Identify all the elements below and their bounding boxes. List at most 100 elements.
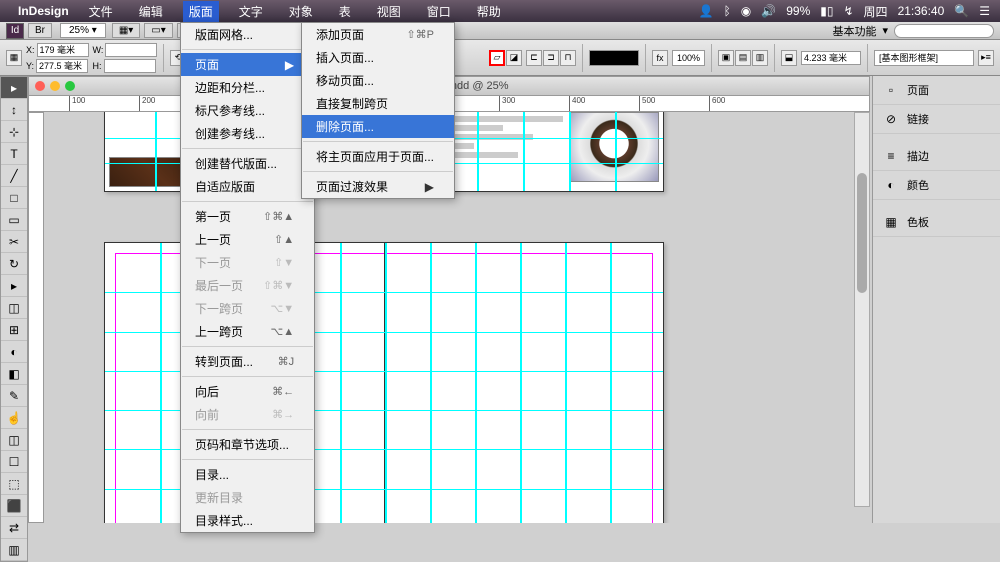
stroke-weight[interactable] xyxy=(589,50,639,66)
tool-button[interactable]: ⊹ xyxy=(1,121,27,143)
menu-item[interactable]: 上一页⇧▲ xyxy=(181,228,314,251)
menu-item[interactable]: 添加页面⇧⌘P xyxy=(302,23,454,46)
align-icons[interactable]: ⊏⊐⊓ xyxy=(526,50,576,66)
menu-item[interactable]: 目录... xyxy=(181,463,314,486)
menu-item[interactable]: 边距和分栏... xyxy=(181,76,314,99)
menu-help[interactable]: 帮助 xyxy=(471,1,507,22)
menu-item[interactable]: 上一跨页⌥▲ xyxy=(181,320,314,343)
fill-stroke-icons[interactable]: ▱ ◪ xyxy=(489,50,522,66)
tool-button[interactable]: ▸ xyxy=(1,275,27,297)
close-icon[interactable] xyxy=(35,81,45,91)
fx-button[interactable]: fx xyxy=(652,50,668,66)
object-style[interactable]: [基本图形框架] xyxy=(874,50,974,66)
tool-button[interactable]: T xyxy=(1,143,27,165)
panel-menu-icon[interactable]: ▸≡ xyxy=(978,50,994,66)
minimize-icon[interactable] xyxy=(50,81,60,91)
tool-button[interactable]: ◫ xyxy=(1,297,27,319)
menu-item[interactable]: 向后⌘← xyxy=(181,380,314,403)
tool-button[interactable]: ⬚ xyxy=(1,473,27,495)
help-search[interactable] xyxy=(894,24,994,38)
w-input[interactable] xyxy=(105,43,157,57)
ref-point[interactable]: ▦ xyxy=(6,50,22,66)
menu-item[interactable]: 移动页面... xyxy=(302,69,454,92)
battery-pct[interactable]: 99% xyxy=(786,4,810,18)
corner-icon[interactable]: ⬓ xyxy=(781,50,797,66)
tool-button[interactable]: ↻ xyxy=(1,253,27,275)
menu-item[interactable]: 页码和章节选项... xyxy=(181,433,314,456)
wrap-icons[interactable]: ▣▤▥ xyxy=(718,50,768,66)
scrollbar-thumb[interactable] xyxy=(857,173,867,293)
menu-edit[interactable]: 编辑 xyxy=(133,1,169,22)
opacity-field[interactable]: 100% xyxy=(672,50,705,66)
view-mode-button[interactable]: ▦▾ xyxy=(112,23,140,38)
menu-item[interactable]: 页面过渡效果▶ xyxy=(302,175,454,198)
panel-tab[interactable]: ◐颜色 xyxy=(873,171,1000,200)
tool-button[interactable]: ◐ xyxy=(1,341,27,363)
menu-item[interactable]: 页面▶ xyxy=(181,53,314,76)
notifications-icon[interactable]: ☰ xyxy=(979,4,990,18)
menu-view[interactable]: 视图 xyxy=(371,1,407,22)
battery-icon: ▮▯ xyxy=(820,4,833,18)
menu-item[interactable]: 创建替代版面... xyxy=(181,152,314,175)
tool-button[interactable]: ▥ xyxy=(1,539,27,561)
menu-item[interactable]: 自适应版面 xyxy=(181,175,314,198)
tool-button[interactable]: ↕ xyxy=(1,99,27,121)
ruler-vertical[interactable] xyxy=(28,112,44,523)
bluetooth-icon[interactable]: ᛒ xyxy=(724,4,731,18)
screen-mode-button[interactable]: ▭▾ xyxy=(144,23,172,38)
tool-button[interactable]: ▸ xyxy=(1,77,27,99)
menu-item[interactable]: 直接复制跨页 xyxy=(302,92,454,115)
panel-tab[interactable]: ▦色板 xyxy=(873,208,1000,237)
tool-button[interactable]: ⇄ xyxy=(1,517,27,539)
workspace-label[interactable]: 基本功能 xyxy=(832,23,876,39)
panel-tab[interactable]: ▫页面 xyxy=(873,76,1000,105)
tool-button[interactable]: ✎ xyxy=(1,385,27,407)
tool-button[interactable]: □ xyxy=(1,187,27,209)
menu-item: 更新目录 xyxy=(181,486,314,509)
corner-val[interactable] xyxy=(801,51,861,65)
scrollbar-vertical[interactable] xyxy=(854,112,870,507)
menu-item[interactable]: 目录样式... xyxy=(181,509,314,532)
tool-button[interactable]: ◧ xyxy=(1,363,27,385)
day-label[interactable]: 周四 xyxy=(864,3,888,20)
spotlight-icon[interactable]: 🔍 xyxy=(954,4,969,18)
menu-file[interactable]: 文件 xyxy=(83,1,119,22)
x-input[interactable] xyxy=(37,43,89,57)
menu-item[interactable]: 创建参考线... xyxy=(181,122,314,145)
tool-button[interactable]: ╱ xyxy=(1,165,27,187)
panel-tab[interactable]: ⊘链接 xyxy=(873,105,1000,134)
tool-button[interactable]: ☐ xyxy=(1,451,27,473)
zoom-dropdown[interactable]: 25% ▾ xyxy=(60,23,106,38)
tool-button[interactable]: ⬛ xyxy=(1,495,27,517)
tool-button[interactable]: ✂ xyxy=(1,231,27,253)
wifi-icon[interactable]: ◉ xyxy=(741,4,751,18)
status-icons: 👤 ᛒ ◉ 🔊 99% ▮▯ ↯ 周四 21:36:40 🔍 ☰ xyxy=(699,3,990,20)
bridge-button[interactable]: Br xyxy=(28,23,52,38)
y-input[interactable] xyxy=(36,59,88,73)
h-input[interactable] xyxy=(104,59,156,73)
menu-type[interactable]: 文字 xyxy=(233,1,269,22)
tool-button[interactable]: ⊞ xyxy=(1,319,27,341)
menu-item[interactable]: 将主页面应用于页面... xyxy=(302,145,454,168)
volume-icon[interactable]: 🔊 xyxy=(761,4,776,18)
menu-item[interactable]: 版面网格... xyxy=(181,23,314,46)
zoom-icon[interactable] xyxy=(65,81,75,91)
time-label[interactable]: 21:36:40 xyxy=(898,4,945,18)
app-name[interactable]: InDesign xyxy=(18,4,69,18)
menu-item[interactable]: 插入页面... xyxy=(302,46,454,69)
menu-item[interactable]: 转到页面...⌘J xyxy=(181,350,314,373)
user-icon[interactable]: 👤 xyxy=(699,4,714,18)
tool-button[interactable]: ◫ xyxy=(1,429,27,451)
tool-button[interactable]: ☝ xyxy=(1,407,27,429)
menu-item[interactable]: 标尺参考线... xyxy=(181,99,314,122)
menu-layout[interactable]: 版面 xyxy=(183,1,219,22)
tool-button[interactable]: ▭ xyxy=(1,209,27,231)
menu-table[interactable]: 表 xyxy=(333,1,357,22)
menu-item[interactable]: 删除页面... xyxy=(302,115,454,138)
coffee-image[interactable] xyxy=(569,112,659,182)
menu-item[interactable]: 第一页⇧⌘▲ xyxy=(181,205,314,228)
menu-window[interactable]: 窗口 xyxy=(421,1,457,22)
menu-object[interactable]: 对象 xyxy=(283,1,319,22)
panel-tab[interactable]: ≡描边 xyxy=(873,142,1000,171)
workspace-chevron[interactable]: ▾ xyxy=(882,24,888,37)
